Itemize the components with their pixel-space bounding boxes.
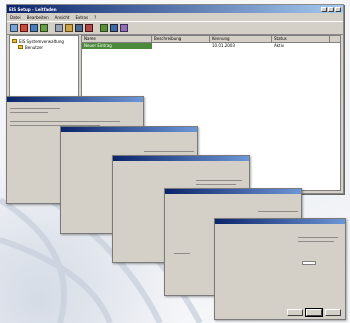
menu-view[interactable]: Ansicht: [55, 15, 70, 20]
folder-icon: [18, 45, 23, 49]
delete-icon[interactable]: [85, 24, 93, 32]
dialog-text-line: [144, 151, 194, 152]
dialog-text-line: [10, 112, 48, 113]
minimize-button[interactable]: [321, 6, 327, 12]
toolbar-separator: [50, 24, 53, 32]
table-cell: 10.01.2003: [212, 43, 235, 48]
dialog-text-line: [196, 180, 242, 181]
list-header: Name Beschreibung Kennung Status: [82, 36, 340, 43]
tree-item-label: EIS Systemverwaltung: [19, 38, 64, 44]
menu-edit[interactable]: Bearbeiten: [27, 15, 49, 20]
dialog-title-bar: [61, 127, 197, 132]
menu-bar: Datei Bearbeiten Ansicht Extras ?: [7, 13, 343, 21]
dialog-next-button[interactable]: [305, 308, 323, 317]
menu-file[interactable]: Datei: [10, 15, 21, 20]
title-bar: EIS Setup - Leitfaden: [7, 5, 343, 13]
dialog-title-bar: [7, 97, 143, 102]
window-title: EIS Setup - Leitfaden: [9, 6, 57, 12]
dialog-text-line: [298, 241, 334, 242]
column-header-id[interactable]: Kennung: [210, 36, 272, 42]
toolbar-separator: [95, 24, 98, 32]
toolbar: [7, 21, 343, 35]
table-cell: Neuer Eintrag: [82, 43, 152, 49]
dialog-title-bar: [165, 189, 301, 194]
tree-item-label: Benutzer: [25, 44, 44, 50]
details-icon[interactable]: [120, 24, 128, 32]
dialog-text-line: [10, 121, 120, 122]
dialog-title-bar: [215, 219, 345, 224]
wizard-dialog-5: [214, 218, 346, 320]
column-header-name[interactable]: Name: [82, 36, 152, 42]
dialog-text-line: [196, 184, 236, 185]
paste-icon[interactable]: [75, 24, 83, 32]
dialog-text-line: [298, 237, 338, 238]
dialog-text-line: [174, 253, 190, 254]
up-icon[interactable]: [30, 24, 38, 32]
close-button[interactable]: [335, 6, 341, 12]
dialog-input-field[interactable]: [302, 261, 316, 265]
dialog-text-line: [258, 211, 298, 212]
properties-icon[interactable]: [100, 24, 108, 32]
tree-item-child[interactable]: Benutzer: [12, 44, 76, 50]
dialog-cancel-button[interactable]: [325, 309, 341, 316]
view-icon[interactable]: [110, 24, 118, 32]
column-header-description[interactable]: Beschreibung: [152, 36, 210, 42]
table-cell: [152, 43, 210, 49]
menu-help[interactable]: ?: [94, 15, 96, 20]
column-header-status[interactable]: Status: [272, 36, 330, 42]
maximize-button[interactable]: [328, 6, 334, 12]
table-row[interactable]: Neuer Eintrag 10.01.2003 Aktiv: [82, 43, 340, 49]
dialog-title-bar: [113, 156, 249, 161]
folder-icon: [12, 39, 17, 43]
cut-icon[interactable]: [55, 24, 63, 32]
table-cell: Aktiv: [274, 43, 285, 48]
copy-icon[interactable]: [65, 24, 73, 32]
refresh-icon[interactable]: [40, 24, 48, 32]
dialog-text-line: [10, 108, 60, 109]
menu-extras[interactable]: Extras: [75, 15, 88, 20]
forward-icon[interactable]: [20, 24, 28, 32]
dialog-body: [218, 227, 342, 307]
back-icon[interactable]: [10, 24, 18, 32]
dialog-back-button[interactable]: [287, 309, 303, 316]
